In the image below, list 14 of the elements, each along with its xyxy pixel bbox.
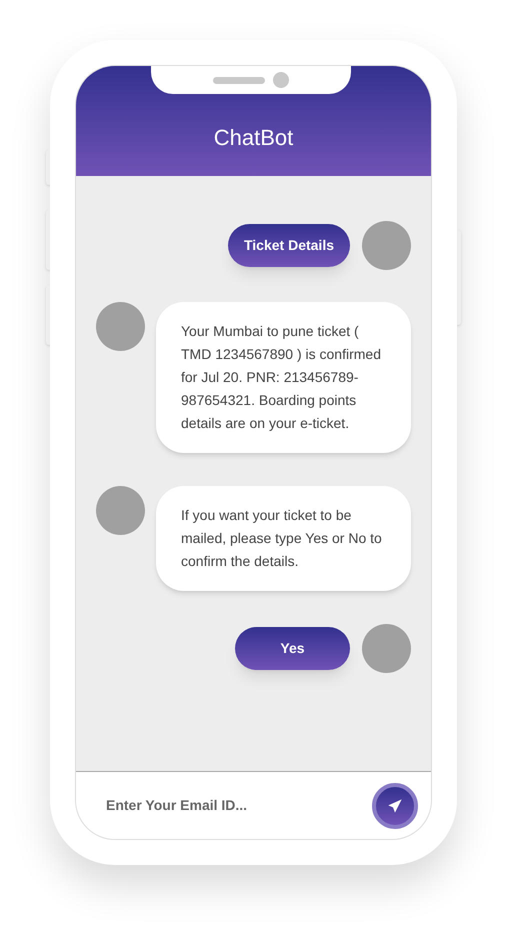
send-button[interactable] (372, 782, 418, 828)
user-message: Yes (235, 627, 350, 670)
avatar (362, 624, 411, 673)
camera-icon (273, 72, 289, 88)
bot-message: Your Mumbai to pune ticket ( TMD 1234567890 ) is confirmed for Jul 20. PNR: 213456789-987654321. Boarding points details are on your e-ticket. (156, 302, 411, 453)
avatar (96, 486, 145, 535)
user-message: Ticket Details (228, 224, 350, 267)
speaker-icon (213, 76, 265, 84)
avatar (362, 221, 411, 270)
send-icon (387, 798, 403, 814)
avatar (96, 302, 145, 351)
email-field[interactable]: Enter Your Email ID... (106, 795, 372, 816)
bot-message: If you want your ticket to be mailed, please type Yes or No to confirm the details. (156, 486, 411, 591)
chat-title: ChatBot (214, 124, 294, 152)
